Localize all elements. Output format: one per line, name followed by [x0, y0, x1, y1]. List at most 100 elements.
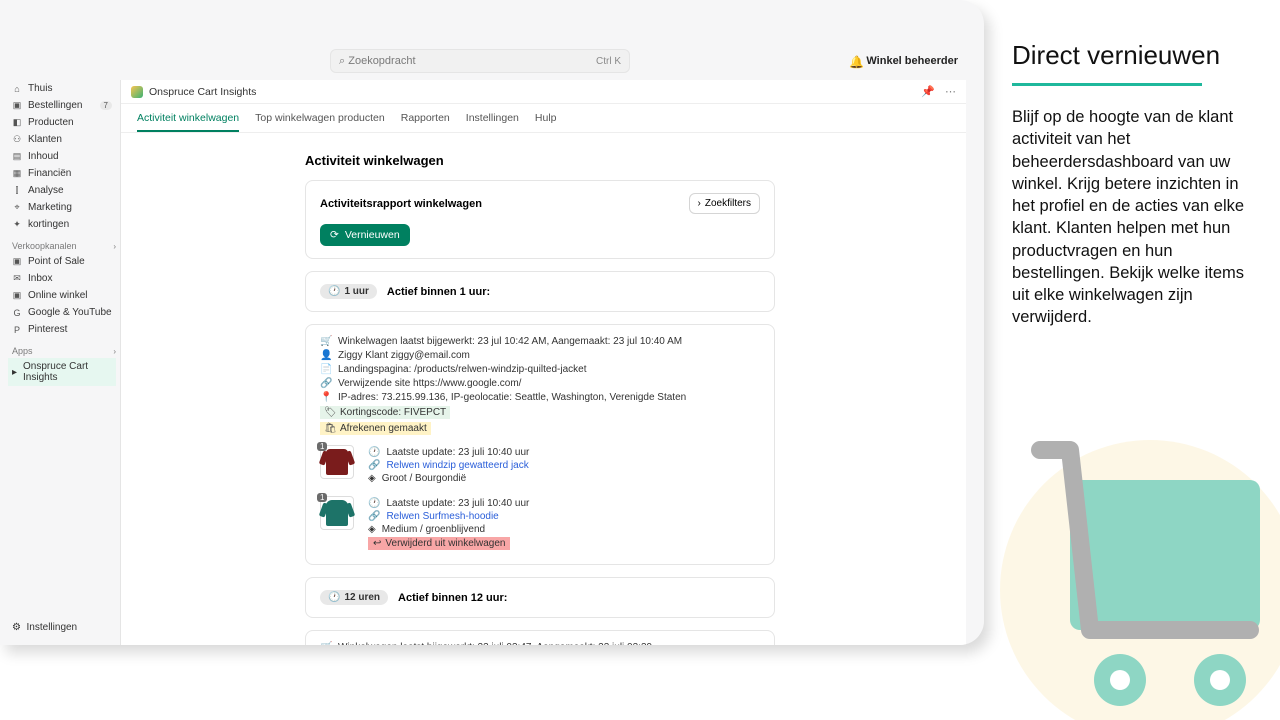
- chevron-right-icon: ›: [698, 198, 701, 209]
- activity-card-1: 🛒Winkelwagen laatst bijgewerkt: 23 jul 1…: [305, 324, 775, 565]
- pos-icon: ▣: [12, 256, 22, 267]
- marketing-panel: Direct vernieuwen Blijf op de hoogte van…: [984, 0, 1280, 720]
- channel-pinterest[interactable]: PPinterest: [8, 321, 116, 338]
- nav-orders[interactable]: ▣Bestellingen7: [8, 97, 116, 114]
- link-icon: 🔗: [368, 511, 380, 522]
- channel-online[interactable]: ▣Online winkel: [8, 287, 116, 304]
- nav-content[interactable]: ▤Inhoud: [8, 148, 116, 165]
- checkout-badge: 🛍Afrekenen gemaakt: [320, 422, 431, 435]
- discounts-icon: ✦: [12, 219, 22, 230]
- sidebar: ⌂Thuis ▣Bestellingen7 ◧Producten ⚇Klante…: [8, 80, 116, 386]
- channel-pos[interactable]: ▣Point of Sale: [8, 253, 116, 270]
- discount-badge: 🏷Kortingscode: FIVEPCT: [320, 406, 450, 419]
- nav-discounts[interactable]: ✦kortingen: [8, 216, 116, 233]
- product-link[interactable]: Relwen Surfmesh-hoodie: [386, 511, 498, 522]
- hoodie-icon: [326, 500, 348, 526]
- link-icon: 🔗: [368, 460, 380, 471]
- more-icon[interactable]: ⋯: [945, 85, 956, 98]
- clock-icon: 🕐: [368, 447, 380, 458]
- nav-customers[interactable]: ⚇Klanten: [8, 131, 116, 148]
- home-icon: ⌂: [12, 84, 22, 94]
- clock-icon: 🕐: [328, 592, 340, 603]
- gear-icon: ⚙: [12, 622, 21, 633]
- nav-settings[interactable]: ⚙ Instellingen: [12, 622, 77, 633]
- customers-icon: ⚇: [12, 134, 22, 145]
- nav-finance[interactable]: ▦Financiën: [8, 165, 116, 182]
- cart-icon: 🛒: [320, 642, 332, 645]
- finance-icon: ▦: [12, 168, 22, 179]
- orders-icon: ▣: [12, 100, 22, 111]
- product-thumb[interactable]: 1: [320, 496, 354, 530]
- pinterest-icon: P: [12, 325, 22, 335]
- filters-button[interactable]: › Zoekfilters: [689, 193, 760, 214]
- cart-illustration: [980, 360, 1280, 720]
- product-row: 1 🕐Laatste update: 23 juli 10:40 uur 🔗Re…: [320, 496, 760, 552]
- tab-help[interactable]: Hulp: [535, 112, 557, 132]
- tab-top-products[interactable]: Top winkelwagen producten: [255, 112, 385, 132]
- variant-icon: ◈: [368, 524, 376, 535]
- nav-products[interactable]: ◧Producten: [8, 114, 116, 131]
- google-icon: G: [12, 308, 22, 318]
- tab-settings[interactable]: Instellingen: [466, 112, 519, 132]
- jacket-icon: [326, 449, 348, 475]
- nav-analytics[interactable]: ⫿Analyse: [8, 182, 116, 199]
- report-title: Activiteitsrapport winkelwagen: [320, 198, 482, 210]
- orders-badge: 7: [100, 101, 112, 110]
- section-channels: Verkoopkanalen›: [12, 241, 116, 251]
- marketing-title: Direct vernieuwen: [1012, 40, 1252, 71]
- channel-inbox[interactable]: ✉Inbox: [8, 270, 116, 287]
- search-input[interactable]: ⌕ Zoekopdracht Ctrl K: [330, 49, 630, 73]
- tag-icon: 🏷: [324, 407, 336, 418]
- pin-icon[interactable]: 📌: [921, 85, 935, 98]
- refresh-button[interactable]: ⟳ Vernieuwen: [320, 224, 410, 246]
- marketing-body: Blijf op de hoogte van de klant activite…: [1012, 106, 1252, 329]
- product-link[interactable]: Relwen windzip gewatteerd jack: [386, 460, 528, 471]
- channel-google[interactable]: GGoogle & YouTube: [8, 304, 116, 321]
- online-store-icon: ▣: [12, 290, 22, 301]
- search-shortcut: Ctrl K: [596, 56, 621, 67]
- section-heading: Actief binnen 1 uur:: [387, 286, 490, 298]
- tab-reports[interactable]: Rapporten: [401, 112, 450, 132]
- qty-badge: 1: [317, 493, 327, 502]
- app-onspruce[interactable]: ▸Onspruce Cart Insights: [8, 358, 116, 386]
- chevron-right-icon: ›: [113, 242, 116, 251]
- clock-icon: 🕐: [368, 498, 380, 509]
- app-title-bar: Onspruce Cart Insights 📌 ⋯: [121, 80, 966, 104]
- section-apps: Apps›: [12, 346, 116, 356]
- activity-card-2: 🛒Winkelwagen laatst bijgewerkt: 23 juli …: [305, 630, 775, 645]
- tab-activity[interactable]: Activiteit winkelwagen: [137, 112, 239, 132]
- nav-marketing[interactable]: ⌖Marketing: [8, 199, 116, 216]
- section-1hour: 🕐1 uur Actief binnen 1 uur:: [305, 271, 775, 312]
- tabs: Activiteit winkelwagen Top winkelwagen p…: [121, 104, 966, 133]
- product-thumb[interactable]: 1: [320, 445, 354, 479]
- app-logo-icon: [131, 86, 143, 98]
- search-placeholder: Zoekopdracht: [348, 55, 415, 67]
- topbar: ⌕ Zoekopdracht Ctrl K: [0, 48, 984, 74]
- cart-icon: 🛒: [320, 336, 332, 347]
- time-pill-12h: 🕐12 uren: [320, 590, 388, 605]
- clock-icon: 🕐: [328, 286, 340, 297]
- page-icon: 📄: [320, 364, 332, 375]
- time-pill-1h: 🕐1 uur: [320, 284, 377, 299]
- app-icon: ▸: [12, 367, 17, 378]
- report-card: Activiteitsrapport winkelwagen › Zoekfil…: [305, 180, 775, 259]
- product-row: 1 🕐Laatste update: 23 juli 10:40 uur 🔗Re…: [320, 445, 760, 486]
- page-title: Activiteit winkelwagen: [305, 153, 942, 168]
- marketing-icon: ⌖: [12, 202, 22, 213]
- search-icon: ⌕: [339, 55, 345, 68]
- analytics-icon: ⫿: [12, 185, 22, 196]
- removed-icon: ↩: [373, 538, 381, 549]
- link-icon: 🔗: [320, 378, 332, 389]
- checkout-icon: 🛍: [324, 423, 336, 434]
- user-icon: 👤: [320, 350, 332, 361]
- notifications-icon[interactable]: 🔔: [849, 55, 864, 69]
- admin-label[interactable]: Winkel beheerder: [866, 55, 958, 67]
- variant-icon: ◈: [368, 473, 376, 484]
- app-panel: ⌕ Zoekopdracht Ctrl K 🔔 Winkel beheerder…: [0, 0, 984, 645]
- refresh-icon: ⟳: [330, 229, 339, 241]
- content-icon: ▤: [12, 151, 22, 162]
- location-icon: 📍: [320, 392, 332, 403]
- section-heading: Actief binnen 12 uur:: [398, 592, 507, 604]
- main-content: Onspruce Cart Insights 📌 ⋯ Activiteit wi…: [120, 80, 966, 645]
- nav-home[interactable]: ⌂Thuis: [8, 80, 116, 97]
